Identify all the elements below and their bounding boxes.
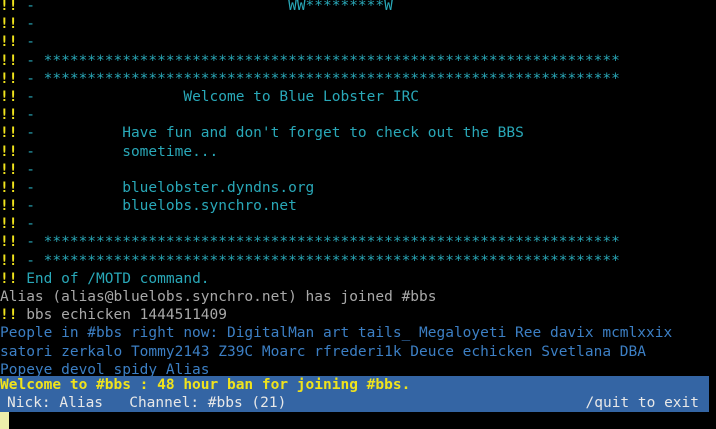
prefix-marker: !! <box>0 52 18 69</box>
status-bar: Nick: Alias Channel: #bbs (21) /quit to … <box>0 394 709 412</box>
motd-line: !! - Welcome to Blue Lobster IRC <box>0 88 420 105</box>
quit-hint: /quit to exit <box>585 395 700 411</box>
end-of-motd-line: !! End of /MOTD command. <box>0 270 210 287</box>
prefix-marker: !! <box>0 161 18 178</box>
prefix-marker: !! <box>0 270 18 287</box>
prefix-marker: !! <box>0 216 18 233</box>
motd-line: !! - bluelobs.synchro.net <box>0 198 297 215</box>
motd-line: !! - ***********************************… <box>0 234 620 251</box>
motd-line: !! - ***********************************… <box>0 252 620 269</box>
channel-topic: Welcome to #bbs : 48 hour ban for joinin… <box>0 377 411 393</box>
motd-line: !! - WW*********W <box>0 0 393 14</box>
motd-line: !! - <box>0 34 35 51</box>
prefix-marker: !! <box>0 0 18 14</box>
prefix-marker: !! <box>0 143 18 160</box>
text-cursor <box>0 412 9 429</box>
prefix-marker: !! <box>0 88 18 105</box>
prefix-marker: !! <box>0 307 18 324</box>
info-message: !! bbs echicken 1444511409 <box>0 307 227 324</box>
motd-line: !! - <box>0 16 35 33</box>
motd-line: !! - Have fun and don't forget to check … <box>0 125 524 142</box>
chat-scrollback: !! - WW*********W !! - !! - !! - *******… <box>0 0 716 379</box>
prefix-marker: !! <box>0 198 18 215</box>
prefix-marker: !! <box>0 252 18 269</box>
join-message: Alias (alias@bluelobs.synchro.net) has j… <box>0 289 437 305</box>
names-line: satori zerkalo Tommy2143 Z39C Moarc rfre… <box>0 343 647 360</box>
motd-line: !! - ***********************************… <box>0 70 620 87</box>
motd-line: !! - ***********************************… <box>0 52 620 69</box>
prefix-marker: !! <box>0 16 18 33</box>
motd-line: !! - sometime... <box>0 143 219 160</box>
motd-line: !! - <box>0 161 35 178</box>
prefix-marker: !! <box>0 34 18 51</box>
motd-line: !! - bluelobster.dyndns.org <box>0 179 315 196</box>
motd-line: !! - <box>0 107 35 124</box>
message-input[interactable] <box>0 412 716 429</box>
names-line: People in #bbs right now: DigitalMan art… <box>0 325 673 342</box>
motd-line: !! - <box>0 216 35 233</box>
prefix-marker: !! <box>0 125 18 142</box>
nick-channel-status: Nick: Alias Channel: #bbs (21) <box>7 395 287 411</box>
channel-topic-bar: Welcome to #bbs : 48 hour ban for joinin… <box>0 376 709 394</box>
prefix-marker: !! <box>0 234 18 251</box>
prefix-marker: !! <box>0 70 18 87</box>
prefix-marker: !! <box>0 179 18 196</box>
prefix-marker: !! <box>0 107 18 124</box>
